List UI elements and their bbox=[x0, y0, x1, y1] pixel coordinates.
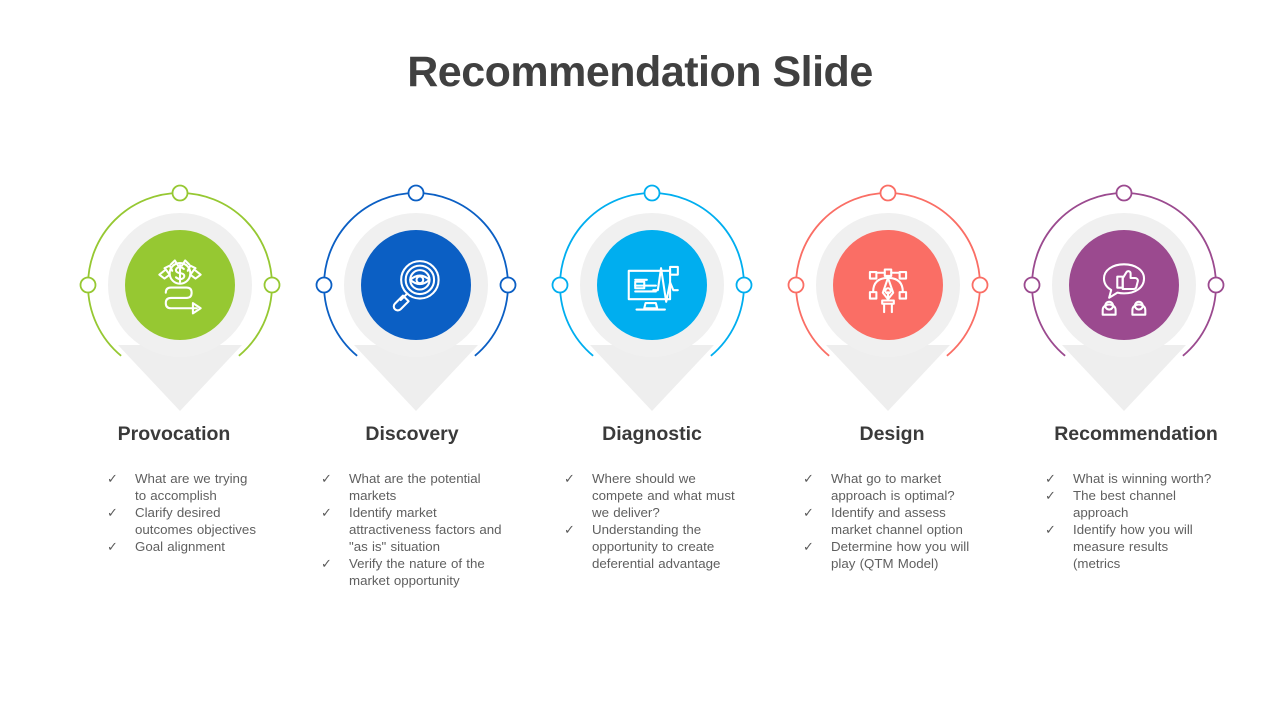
page-title: Recommendation Slide bbox=[407, 48, 873, 96]
list-item: ✓ Determine how you will play (QTM Model) bbox=[803, 538, 983, 572]
step-heading-provocation: Provocation bbox=[117, 423, 231, 445]
list-item: ✓ The best channel approach bbox=[1045, 487, 1217, 521]
list-item: ✓ Identify market attractiveness factors … bbox=[321, 504, 507, 555]
check-icon: ✓ bbox=[1045, 522, 1056, 538]
check-icon: ✓ bbox=[321, 556, 332, 572]
step-graphic-diagnostic bbox=[534, 168, 770, 413]
list-item: ✓ Understanding the opportunity to create… bbox=[564, 521, 744, 572]
bullet-text: What are we trying to accomplish bbox=[135, 471, 248, 504]
step-heading-recommendation: Recommendation bbox=[1054, 423, 1218, 445]
process-step-recommendation[interactable]: Recommendation ✓ What is winning worth? ✓ Th… bbox=[1006, 168, 1242, 572]
bullet-list-discovery: ✓ What are the potential markets ✓ Identify… bbox=[321, 470, 507, 589]
color-disc bbox=[361, 230, 471, 340]
step-heading-discovery: Discovery bbox=[365, 423, 459, 445]
arc-node-right bbox=[499, 276, 517, 294]
list-item: ✓ Verify the nature of the market opportu… bbox=[321, 555, 507, 589]
check-icon: ✓ bbox=[564, 522, 575, 538]
arc-node-left bbox=[315, 276, 333, 294]
arc-node-top bbox=[1115, 184, 1133, 202]
arc-node-right bbox=[735, 276, 753, 294]
check-icon: ✓ bbox=[564, 471, 575, 487]
check-icon: ✓ bbox=[803, 505, 814, 521]
bullet-text: Identify market attractiveness factors a… bbox=[349, 505, 502, 555]
arc-node-right bbox=[971, 276, 989, 294]
check-icon: ✓ bbox=[803, 471, 814, 487]
color-disc bbox=[1069, 230, 1179, 340]
arc-node-left bbox=[79, 276, 97, 294]
step-graphic-discovery bbox=[298, 168, 534, 413]
check-icon: ✓ bbox=[321, 505, 332, 521]
process-step-design[interactable]: Design ✓ What go to market approach is opt… bbox=[770, 168, 1006, 572]
list-item: ✓ Goal alignment bbox=[107, 538, 259, 555]
list-item: ✓ What are we trying to accomplish bbox=[107, 470, 259, 504]
arc-node-right bbox=[1207, 276, 1225, 294]
list-item: ✓ Identify how you will measure results (… bbox=[1045, 521, 1217, 572]
bullet-text: Where should we compete and what must we… bbox=[592, 471, 735, 521]
bullet-text: Goal alignment bbox=[135, 539, 225, 555]
bullet-text: Identify how you will measure results (m… bbox=[1073, 522, 1193, 572]
slide-canvas: Recommendation Slide Provocation ✓ What … bbox=[0, 0, 1280, 720]
step-heading-design: Design bbox=[859, 423, 925, 445]
process-columns: Provocation ✓ What are we trying to accomp… bbox=[62, 168, 1225, 648]
check-icon: ✓ bbox=[107, 471, 118, 487]
bullet-text: Clarify desired outcomes objectives bbox=[135, 505, 256, 538]
step-graphic-recommendation bbox=[1006, 168, 1242, 413]
list-item: ✓ What is winning worth? bbox=[1045, 470, 1217, 487]
step-graphic-design bbox=[770, 168, 1006, 413]
arc-node-left bbox=[551, 276, 569, 294]
list-item: ✓ Clarify desired outcomes objectives bbox=[107, 504, 259, 538]
list-item: ✓ Identify and assess market channel opti… bbox=[803, 504, 983, 538]
color-disc bbox=[125, 230, 235, 340]
arc-node-top bbox=[171, 184, 189, 202]
list-item: ✓ What are the potential markets bbox=[321, 470, 507, 504]
bullet-list-diagnostic: ✓ Where should we compete and what must w… bbox=[564, 470, 744, 572]
check-icon: ✓ bbox=[107, 505, 118, 521]
process-step-provocation[interactable]: Provocation ✓ What are we trying to accomp… bbox=[62, 168, 298, 555]
check-icon: ✓ bbox=[1045, 488, 1056, 504]
process-step-discovery[interactable]: Discovery ✓ What are the potential markets… bbox=[298, 168, 534, 589]
bullet-list-recommendation: ✓ What is winning worth? ✓ The best channel… bbox=[1045, 470, 1217, 572]
color-disc bbox=[833, 230, 943, 340]
bullet-text: What go to market approach is optimal? bbox=[831, 471, 955, 504]
bullet-text: Verify the nature of the market opportun… bbox=[349, 556, 485, 589]
check-icon: ✓ bbox=[321, 471, 332, 487]
step-heading-diagnostic: Diagnostic bbox=[602, 423, 702, 445]
list-item: ✓ Where should we compete and what must w… bbox=[564, 470, 744, 521]
bullet-text: Determine how you will play (QTM Model) bbox=[831, 539, 970, 572]
arc-node-top bbox=[879, 184, 897, 202]
check-icon: ✓ bbox=[803, 539, 814, 555]
bullet-text: Understanding the opportunity to create … bbox=[592, 522, 721, 572]
arc-node-left bbox=[787, 276, 805, 294]
check-icon: ✓ bbox=[1045, 471, 1056, 487]
process-step-diagnostic[interactable]: Diagnostic ✓ Where should we compete and w… bbox=[534, 168, 770, 572]
bullet-text: The best channel approach bbox=[1073, 488, 1177, 521]
bullet-text: Identify and assess market channel optio… bbox=[831, 505, 963, 538]
color-disc bbox=[597, 230, 707, 340]
arc-node-left bbox=[1023, 276, 1041, 294]
bullet-text: What is winning worth? bbox=[1073, 471, 1212, 487]
arc-node-right bbox=[263, 276, 281, 294]
bullet-text: What are the potential markets bbox=[349, 471, 481, 504]
arc-node-top bbox=[643, 184, 661, 202]
arc-node-top bbox=[407, 184, 425, 202]
step-graphic-provocation bbox=[62, 168, 298, 413]
bullet-list-provocation: ✓ What are we trying to accomplish ✓ Clarif… bbox=[107, 470, 259, 555]
check-icon: ✓ bbox=[107, 539, 118, 555]
bullet-list-design: ✓ What go to market approach is optimal? ✓… bbox=[803, 470, 983, 572]
list-item: ✓ What go to market approach is optimal? bbox=[803, 470, 983, 504]
